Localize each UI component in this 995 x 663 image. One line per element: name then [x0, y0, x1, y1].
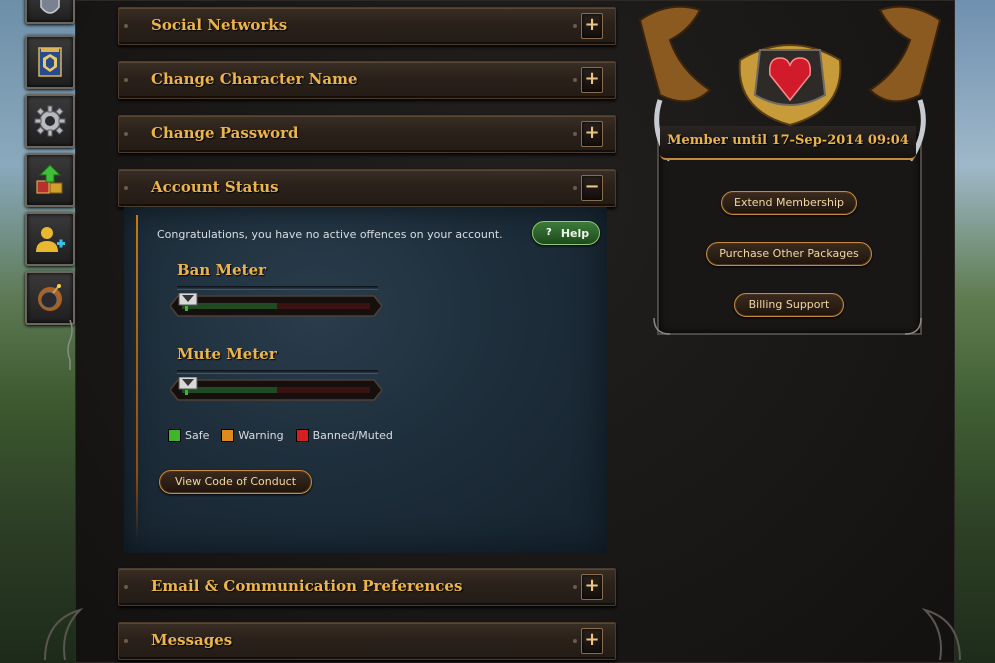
collapse-toggle-button[interactable]: −	[581, 175, 603, 201]
corner-ornament	[653, 317, 671, 335]
section-title: Messages	[151, 631, 233, 649]
section-title: Social Networks	[151, 16, 288, 34]
banned-zone	[277, 303, 370, 309]
shield-icon	[40, 0, 60, 14]
section-title: Account Status	[151, 178, 279, 196]
rail-clan-button[interactable]	[25, 35, 75, 89]
legend-swatch	[295, 429, 309, 442]
corner-ornament	[904, 317, 922, 335]
legend-swatch	[221, 429, 235, 442]
expand-toggle-button[interactable]: +	[581, 628, 603, 654]
legend-warning: Warning	[221, 429, 284, 442]
rail-bomb-button[interactable]	[25, 271, 75, 325]
membership-status-banner: Member until 17-Sep-2014 09:04	[660, 126, 916, 160]
section-email-preferences[interactable]: Email & Communication Preferences +	[118, 568, 616, 606]
meter-legend: Safe Warning Banned/Muted	[168, 429, 393, 442]
legend-safe: Safe	[168, 429, 209, 442]
section-title: Change Character Name	[151, 70, 358, 88]
bomb-icon	[38, 284, 62, 311]
divider	[177, 370, 378, 374]
legend-label: Banned/Muted	[312, 429, 393, 442]
help-button[interactable]: ? Help	[532, 221, 600, 245]
purchase-other-packages-button[interactable]: Purchase Other Packages	[706, 242, 872, 266]
section-change-character-name[interactable]: Change Character Name +	[118, 61, 616, 99]
expand-toggle-button[interactable]: +	[581, 67, 603, 93]
settings-gear-icon	[34, 105, 66, 137]
rail-add-friend-button[interactable]	[25, 212, 75, 266]
question-icon: ?	[545, 227, 552, 238]
divider	[177, 286, 378, 290]
expand-toggle-button[interactable]: +	[581, 13, 603, 39]
account-status-message: Congratulations, you have no active offe…	[157, 228, 503, 241]
expand-toggle-button[interactable]: +	[581, 574, 603, 600]
legend-banned-muted: Banned/Muted	[295, 429, 393, 442]
mute-meter-title: Mute Meter	[177, 345, 277, 363]
frame-ornament-bottom-right	[921, 607, 961, 661]
meter-pointer-icon	[178, 293, 198, 306]
background-scenery-right	[955, 0, 995, 663]
extend-membership-button[interactable]: Extend Membership	[721, 191, 857, 215]
clan-banner-icon	[38, 47, 62, 77]
section-title: Email & Communication Preferences	[151, 577, 463, 595]
frame-ornament-bottom-left	[44, 607, 84, 661]
mute-meter-bar	[170, 377, 382, 403]
section-messages[interactable]: Messages +	[118, 622, 616, 660]
section-title: Change Password	[151, 124, 299, 142]
billing-support-button[interactable]: Billing Support	[734, 293, 844, 317]
rail-chain-ornament	[67, 320, 73, 370]
add-friend-icon	[36, 227, 65, 252]
section-social-networks[interactable]: Social Networks +	[118, 7, 616, 45]
muted-zone	[277, 387, 370, 393]
rail-upgrade-button[interactable]	[25, 153, 75, 207]
panel-edge-ornament	[136, 215, 138, 540]
section-account-status[interactable]: Account Status −	[118, 169, 616, 207]
membership-status-text: Member until 17-Sep-2014 09:04	[667, 133, 909, 148]
help-label: Help	[560, 226, 590, 240]
ban-meter-bar	[170, 293, 382, 319]
rail-settings-button[interactable]	[25, 94, 75, 148]
expand-toggle-button[interactable]: +	[581, 121, 603, 147]
meter-pointer-icon	[178, 377, 198, 390]
ban-meter-title: Ban Meter	[177, 261, 267, 279]
legend-label: Safe	[185, 429, 210, 442]
view-code-of-conduct-button[interactable]: View Code of Conduct	[159, 470, 312, 494]
legend-swatch	[168, 429, 181, 442]
upgrade-gifts-icon	[36, 164, 63, 194]
legend-label: Warning	[238, 429, 284, 442]
rail-top-button[interactable]	[25, 0, 75, 24]
section-change-password[interactable]: Change Password +	[118, 115, 616, 153]
